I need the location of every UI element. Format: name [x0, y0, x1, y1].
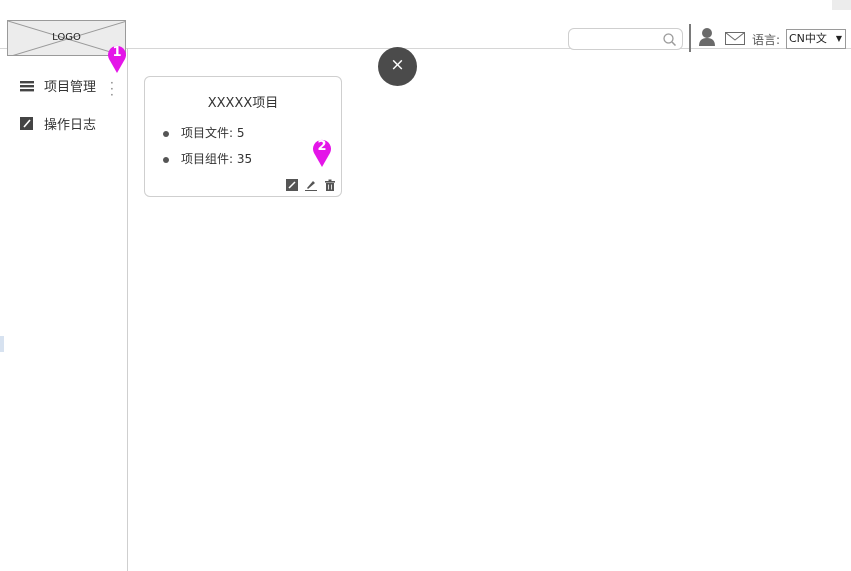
- delete-icon[interactable]: [324, 179, 336, 191]
- project-files-count: 项目文件: 5: [181, 126, 245, 140]
- edge-marker: [0, 336, 4, 352]
- sidebar-item-label: 操作日志: [44, 118, 97, 133]
- user-icon[interactable]: [698, 27, 716, 47]
- corner-strip: [832, 0, 851, 10]
- header-divider: [689, 24, 691, 52]
- language-value: CN中文: [789, 32, 827, 45]
- annotation-marker-2: 2: [311, 138, 333, 168]
- project-card[interactable]: XXXXX项目 项目文件: 5 项目组件: 35: [144, 76, 342, 197]
- close-button[interactable]: ×: [378, 47, 417, 86]
- project-components-count: 项目组件: 35: [181, 152, 253, 166]
- project-title: XXXXX项目: [207, 96, 279, 111]
- language-select[interactable]: CN中文 ▼: [786, 29, 846, 49]
- more-options-icon[interactable]: · · ·: [110, 77, 114, 101]
- chevron-down-icon: ▼: [835, 34, 842, 43]
- list-item: 项目文件: 5: [163, 124, 245, 141]
- annotation-marker-1: 1: [106, 44, 128, 74]
- language-label: 语言:: [752, 33, 781, 47]
- sidebar-item-project-management[interactable]: 项目管理: [20, 76, 96, 95]
- edit-icon[interactable]: [305, 179, 317, 191]
- bullet-icon: [163, 156, 169, 163]
- annotation-number: 1: [112, 45, 122, 60]
- mail-icon[interactable]: [725, 32, 745, 45]
- bullet-icon: [163, 130, 169, 137]
- sidebar-item-operation-log[interactable]: 操作日志: [20, 114, 96, 133]
- logo-text: LOGO: [52, 32, 81, 43]
- list-icon: [20, 80, 34, 91]
- log-icon: [20, 116, 33, 130]
- search-input[interactable]: [568, 28, 683, 50]
- sidebar-item-label: 项目管理: [44, 80, 97, 95]
- sidebar: 项目管理 操作日志: [0, 48, 128, 571]
- card-actions: [286, 179, 336, 191]
- annotation-number: 2: [317, 139, 327, 154]
- log-icon[interactable]: [286, 179, 298, 191]
- list-item: 项目组件: 35: [163, 150, 252, 167]
- search-icon[interactable]: [663, 33, 676, 46]
